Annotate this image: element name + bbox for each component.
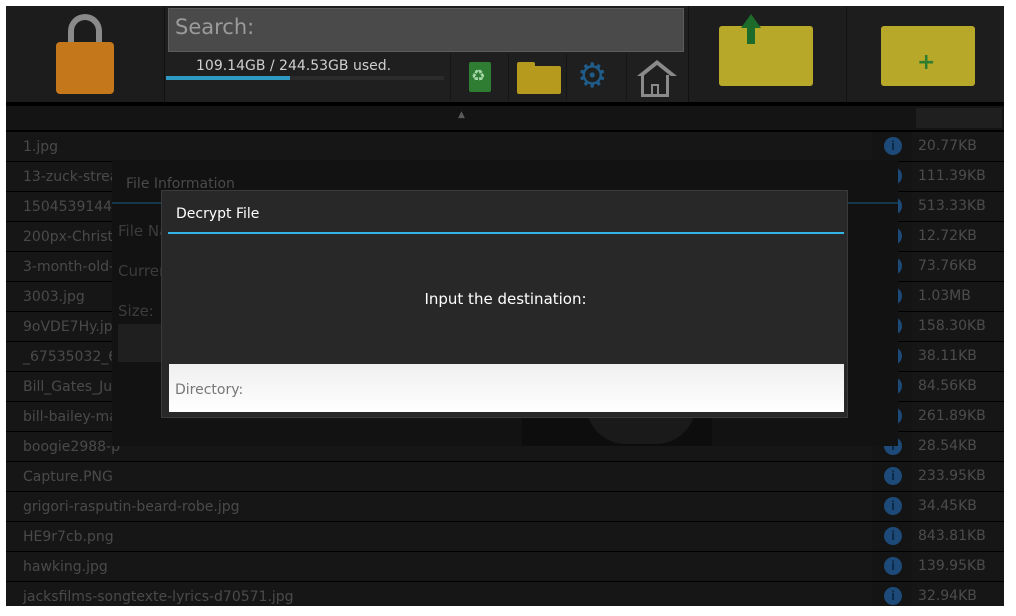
file-name: boogie2988-p — [23, 439, 120, 455]
decrypt-file-dialog: Decrypt File Input the destination: — [161, 190, 848, 418]
file-size: 843.81KB — [918, 528, 986, 544]
file-size: 84.56KB — [918, 378, 977, 394]
file-size: 139.95KB — [918, 558, 986, 574]
top-toolbar: Search: 109.14GB / 244.53GB used. ♻ ⚙ + — [6, 6, 1004, 102]
file-name: jacksfilms-songtexte-lyrics-d70571.jpg — [23, 589, 294, 605]
info-icon: i — [884, 587, 902, 605]
open-folder-button[interactable] — [508, 54, 565, 100]
file-name: 13-zuck-strea — [23, 169, 119, 185]
file-info-button[interactable]: i — [872, 582, 912, 606]
lock-icon-body — [56, 42, 114, 94]
gear-icon: ⚙ — [577, 56, 608, 96]
search-placeholder: Search: — [175, 15, 255, 39]
file-row[interactable]: 1.jpg i 20.77KB — [6, 132, 1004, 161]
home-icon-door — [651, 84, 659, 97]
file-size: 158.30KB — [918, 318, 986, 334]
new-folder-button[interactable]: + — [846, 6, 1004, 102]
home-button[interactable] — [626, 54, 683, 100]
file-info-button[interactable]: i — [872, 522, 912, 551]
file-row[interactable]: HE9r7cb.png i 843.81KB — [6, 522, 1004, 551]
lock-button[interactable] — [6, 6, 165, 102]
up-arrow-stem — [747, 26, 755, 44]
file-row[interactable]: jacksfilms-songtexte-lyrics-d70571.jpg i 3… — [6, 582, 1004, 606]
upload-folder-icon — [719, 26, 813, 86]
info-icon: i — [884, 557, 902, 575]
file-size: 34.45KB — [918, 498, 977, 514]
app-screen: Search: 109.14GB / 244.53GB used. ♻ ⚙ + … — [6, 6, 1004, 606]
upload-button[interactable] — [688, 6, 845, 102]
file-info-button[interactable]: i — [872, 462, 912, 491]
info-icon: i — [884, 137, 902, 155]
info-icon: i — [884, 497, 902, 515]
file-name: 3003.jpg — [23, 289, 85, 305]
file-row[interactable]: grigori-rasputin-beard-robe.jpg i 34.45KB — [6, 492, 1004, 521]
folder-icon — [517, 66, 561, 94]
file-size: 111.39KB — [918, 168, 986, 184]
decrypt-dialog-title: Decrypt File — [176, 206, 260, 222]
file-size: 38.11KB — [918, 348, 977, 364]
size-label: Size: — [118, 302, 154, 320]
storage-usage-text: 109.14GB / 244.53GB used. — [196, 58, 392, 74]
recycle-bin-button[interactable]: ♻ — [450, 54, 507, 100]
decrypt-dialog-message: Input the destination: — [424, 290, 587, 308]
size-column-header[interactable] — [916, 108, 1002, 128]
info-icon: i — [884, 467, 902, 485]
file-row[interactable]: hawking.jpg i 139.95KB — [6, 552, 1004, 581]
file-name: _67535032_67 — [23, 349, 127, 365]
file-size: 1.03MB — [918, 288, 971, 304]
storage-usage-bar — [166, 76, 444, 80]
file-name: 3-month-old-a — [23, 259, 123, 275]
file-size: 28.54KB — [918, 438, 977, 454]
storage-usage-fill — [166, 76, 290, 80]
directory-input[interactable] — [169, 364, 844, 412]
file-size: 233.95KB — [918, 468, 986, 484]
file-name: 9oVDE7Hy.jpe — [23, 319, 122, 335]
file-size: 261.89KB — [918, 408, 986, 424]
list-header: ▲ — [6, 106, 1004, 130]
file-size: 513.33KB — [918, 198, 986, 214]
sort-caret-icon[interactable]: ▲ — [458, 110, 465, 120]
plus-icon: + — [917, 50, 936, 75]
file-name: 1.jpg — [23, 139, 59, 155]
file-size: 12.72KB — [918, 228, 977, 244]
file-name: hawking.jpg — [23, 559, 108, 575]
search-input[interactable]: Search: — [168, 8, 684, 52]
decrypt-dialog-divider — [168, 232, 844, 234]
file-size: 20.77KB — [918, 138, 977, 154]
settings-button[interactable]: ⚙ — [566, 54, 623, 100]
file-name: 200px-Christo — [23, 229, 122, 245]
file-name: grigori-rasputin-beard-robe.jpg — [23, 499, 240, 515]
recycle-symbol-icon: ♻ — [471, 66, 486, 85]
info-icon: i — [884, 527, 902, 545]
file-info-button[interactable]: i — [872, 492, 912, 521]
file-name: Bill_Gates_Jul — [23, 379, 116, 395]
file-size: 73.76KB — [918, 258, 977, 274]
file-size: 32.94KB — [918, 588, 977, 604]
file-info-button[interactable]: i — [872, 132, 912, 161]
file-row[interactable]: Capture.PNG i 233.95KB — [6, 462, 1004, 491]
file-info-button[interactable]: i — [872, 552, 912, 581]
file-name: Capture.PNG — [23, 469, 113, 485]
file-name: HE9r7cb.png — [23, 529, 114, 545]
